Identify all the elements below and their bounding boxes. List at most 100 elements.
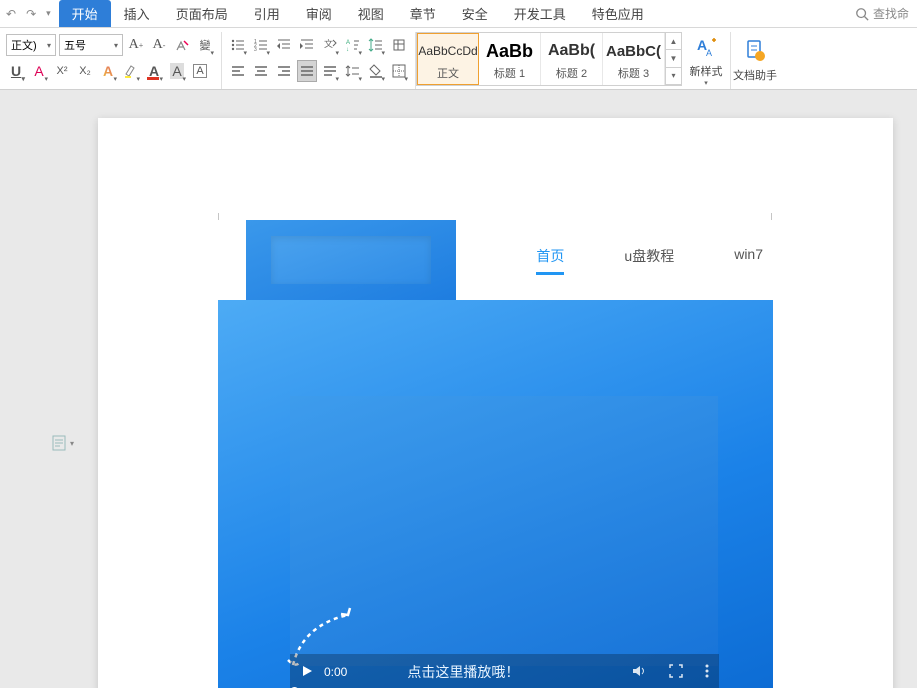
bullets-button[interactable] (228, 34, 248, 56)
underline-button[interactable]: U (6, 60, 26, 82)
style-gallery: AaBbCcDd 正文 AaBb 标题 1 AaBb( 标题 2 AaBbC( … (416, 32, 682, 86)
superscript-button[interactable]: X² (52, 60, 72, 82)
tab-chapter[interactable]: 章节 (397, 0, 449, 27)
text-effects-button[interactable]: A (98, 60, 118, 82)
svg-text:A: A (706, 48, 712, 58)
font-color-button[interactable]: A (144, 60, 164, 82)
sort-button[interactable]: A↓ (343, 34, 363, 56)
char-border-button[interactable]: A (190, 60, 210, 82)
decrease-indent-button[interactable] (274, 34, 294, 56)
tab-special-apps[interactable]: 特色应用 (579, 0, 657, 27)
align-right-button[interactable] (274, 60, 294, 82)
fullscreen-button[interactable] (669, 664, 683, 681)
workspace: 首页 u盘教程 win7 0:00 点击这里播放哦！ (0, 90, 917, 688)
doc-helper-label: 文档助手 (733, 67, 777, 83)
document-page: 首页 u盘教程 win7 0:00 点击这里播放哦！ (98, 118, 893, 688)
borders-button[interactable] (389, 60, 409, 82)
distribute-button[interactable] (320, 60, 340, 82)
font-name-selector[interactable]: 正文) ▾ (6, 34, 56, 56)
video-prompt: 点击这里播放哦！ (407, 662, 519, 682)
logo-inner (271, 236, 431, 284)
more-button[interactable] (705, 664, 709, 681)
ribbon: 正文) ▾ 五号 ▾ A+ A- 變 U A X² X₂ A A A A (0, 28, 917, 90)
doc-helper-button[interactable]: 文档助手 (731, 32, 779, 89)
new-style-button[interactable]: AA 新样式 ▾ (682, 32, 730, 89)
svg-text:3: 3 (254, 47, 257, 53)
quick-access-toolbar: ↶ ↷ ▾ (4, 5, 59, 23)
volume-icon (631, 663, 647, 679)
font-size-selector[interactable]: 五号 ▾ (59, 34, 123, 56)
increase-indent-button[interactable] (297, 34, 317, 56)
tab-review[interactable]: 审阅 (293, 0, 345, 27)
align-justify-button[interactable] (297, 60, 317, 82)
nav-links: 首页 u盘教程 win7 (536, 246, 773, 275)
fullscreen-icon (669, 664, 683, 678)
redo-button[interactable]: ↷ (24, 5, 38, 23)
phonetic-guide-button[interactable]: 變 (195, 34, 215, 56)
style-preview: AaBbCcDd (418, 37, 477, 65)
gallery-up-button[interactable]: ▲ (666, 33, 681, 50)
nav-home[interactable]: 首页 (536, 246, 564, 275)
nav-win7[interactable]: win7 (734, 246, 763, 275)
embedded-navbar: 首页 u盘教程 win7 (218, 220, 773, 300)
svg-text:↓: ↓ (346, 47, 349, 53)
clear-format-button[interactable] (172, 34, 192, 56)
chevron-down-icon: ▾ (70, 439, 74, 448)
font-group: 正文) ▾ 五号 ▾ A+ A- 變 U A X² X₂ A A A A (0, 32, 222, 89)
line-spacing-extra-button[interactable] (366, 34, 386, 56)
menubar: ↶ ↷ ▾ 开始 插入 页面布局 引用 审阅 视图 章节 安全 开发工具 特色应… (0, 0, 917, 28)
line-spacing-button[interactable] (343, 60, 363, 82)
highlight-button[interactable] (121, 60, 141, 82)
undo-button[interactable]: ↶ (4, 5, 18, 23)
char-shading-button[interactable]: A (167, 60, 187, 82)
align-left-button[interactable] (228, 60, 248, 82)
gallery-scroll: ▲ ▼ ▾ (665, 33, 681, 85)
text-direction-button[interactable]: 文 (320, 34, 340, 56)
search-placeholder: 查找命 (873, 5, 909, 22)
nav-usb-tutorial[interactable]: u盘教程 (624, 246, 674, 275)
tab-references[interactable]: 引用 (241, 0, 293, 27)
video-controls: 0:00 点击这里播放哦！ (290, 654, 719, 688)
tab-developer[interactable]: 开发工具 (501, 0, 579, 27)
svg-text:文: 文 (324, 38, 333, 49)
tab-security[interactable]: 安全 (449, 0, 501, 27)
align-center-button[interactable] (251, 60, 271, 82)
style-heading3[interactable]: AaBbC( 标题 3 (603, 33, 665, 85)
gallery-more-button[interactable]: ▾ (666, 68, 681, 85)
video-time: 0:00 (324, 665, 347, 679)
show-marks-button[interactable] (389, 34, 409, 56)
tab-start[interactable]: 开始 (59, 0, 111, 27)
numbering-button[interactable]: 123 (251, 34, 271, 56)
style-preview: AaBb( (548, 37, 595, 65)
search-box[interactable]: 查找命 (855, 5, 917, 22)
qat-dropdown[interactable]: ▾ (46, 8, 51, 19)
play-button[interactable] (300, 664, 314, 681)
subscript-button[interactable]: X₂ (75, 60, 95, 82)
gallery-down-button[interactable]: ▼ (666, 50, 681, 67)
style-heading2[interactable]: AaBb( 标题 2 (541, 33, 603, 85)
svg-text:A: A (346, 40, 350, 46)
ribbon-tabs: 开始 插入 页面布局 引用 审阅 视图 章节 安全 开发工具 特色应用 (59, 0, 657, 27)
style-name: 标题 1 (494, 65, 525, 81)
font-effects-button[interactable]: A (29, 60, 49, 82)
grow-font-button[interactable]: A+ (126, 34, 146, 56)
new-style-icon: AA (693, 34, 719, 60)
paragraph-group: 123 文 A↓ (222, 32, 416, 89)
tab-page-layout[interactable]: 页面布局 (163, 0, 241, 27)
tab-view[interactable]: 视图 (345, 0, 397, 27)
font-name-value: 正文) (11, 37, 37, 53)
doc-helper-icon (742, 38, 768, 64)
volume-button[interactable] (631, 663, 647, 682)
font-size-value: 五号 (64, 37, 86, 53)
site-logo[interactable] (246, 220, 456, 300)
shrink-font-button[interactable]: A- (149, 34, 169, 56)
page-layout-toggle[interactable]: ▾ (52, 435, 74, 451)
play-icon (300, 664, 314, 678)
embedded-webpage: 首页 u盘教程 win7 0:00 点击这里播放哦！ (218, 220, 773, 688)
style-normal[interactable]: AaBbCcDd 正文 (417, 33, 479, 85)
page-icon (52, 435, 66, 451)
tab-insert[interactable]: 插入 (111, 0, 163, 27)
style-name: 标题 3 (618, 65, 649, 81)
shading-button[interactable] (366, 60, 386, 82)
style-heading1[interactable]: AaBb 标题 1 (479, 33, 541, 85)
